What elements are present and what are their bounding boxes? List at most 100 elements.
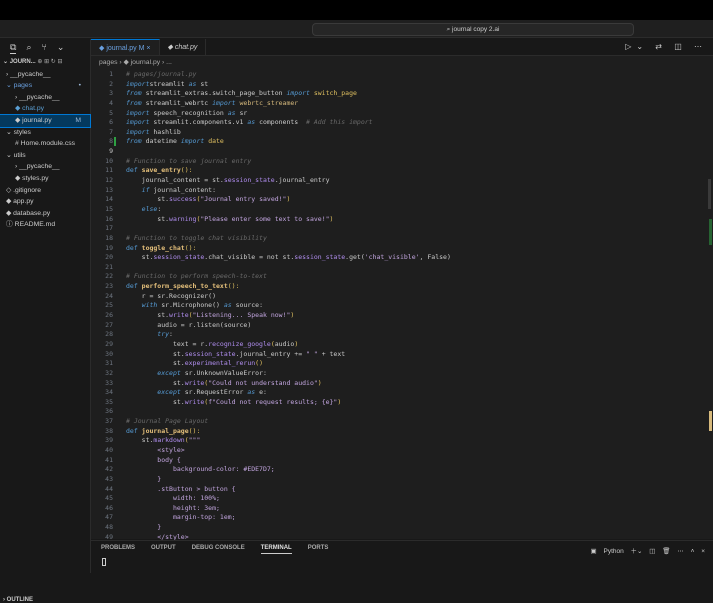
code-area[interactable]: 1 # pages/journal.py 2 import streamlit as s… (91, 70, 713, 542)
file-tree-item[interactable]: ◆ database.py (0, 208, 90, 220)
code-token: with (126, 301, 157, 309)
code-line: 23def perform_speech_to_text(): (91, 282, 713, 292)
file-tree-label: ◆ chat.py (15, 105, 44, 112)
code-line: 31 st.experimental_rerun() (91, 359, 713, 369)
code-token: audio (275, 340, 295, 348)
scrollbar[interactable] (708, 179, 711, 209)
outline-section[interactable]: › OUTLINE (3, 597, 33, 603)
code-token: " " (306, 350, 318, 358)
file-tree-item[interactable]: ⓘ README.md (0, 219, 90, 231)
file-tree-item[interactable]: › __pycache__ (0, 161, 90, 173)
scrollbar-change-marker (709, 219, 712, 245)
breadcrumb[interactable]: pages › ◆ journal.py › ... (91, 56, 713, 69)
line-number: 29 (91, 340, 113, 350)
line-number: 39 (91, 436, 113, 446)
code-token: import (212, 99, 235, 107)
scrollbar-warning-marker (709, 411, 712, 431)
line-number: 47 (91, 513, 113, 523)
code-line: 6import streamlit.components.v1 as compo… (91, 118, 713, 128)
line-number: 11 (91, 166, 113, 176)
code-token: as (247, 388, 255, 396)
code-token: session_state (294, 253, 345, 261)
code-line: 19def toggle_chat(): (91, 244, 713, 254)
code-line: 47 margin-top: 1em; (91, 513, 713, 523)
code-token: def (126, 244, 142, 252)
code-token: # Journal Page Layout (126, 417, 208, 425)
file-tree-label: ⓘ README.md (6, 221, 55, 228)
line-number: 36 (91, 407, 113, 417)
explorer-icon[interactable]: ⧉ (10, 42, 16, 54)
code-token: "Journal entry saved!" (200, 195, 286, 203)
code-line: 35 st.write(f"Could not request results;… (91, 398, 713, 408)
code-token: ) (318, 379, 322, 387)
code-token: height: 3em; (126, 504, 220, 512)
root-folder-label: JOURN... (10, 59, 36, 65)
terminal-actions[interactable]: ▣ Python ＋⌄ ◫ 🗑 ⋯ ˄ × (591, 545, 705, 555)
panel-tab-problems[interactable]: PROBLEMS (101, 545, 135, 554)
file-tree-item[interactable]: › __pycache__ (0, 92, 90, 104)
line-number: 30 (91, 350, 113, 360)
editor-actions[interactable]: ▷⌄ ⇄ ◫ ⋯ (625, 42, 707, 51)
line-number: 9 (91, 147, 113, 157)
line-number: 19 (91, 244, 113, 254)
code-token: # pages/journal.py (126, 70, 196, 78)
code-token: sr.RequestError (181, 388, 248, 396)
file-tree-item[interactable]: › __pycache__ (0, 69, 90, 81)
code-token: streamlit (149, 80, 188, 88)
code-line: 25 with sr.Microphone() as source: (91, 301, 713, 311)
panel-tab-ports[interactable]: PORTS (308, 545, 329, 554)
code-token: as (224, 301, 232, 309)
code-token: + text (318, 350, 345, 358)
file-tree-item[interactable]: ◆ journal.pyM (0, 115, 90, 127)
file-tree-item[interactable]: ◆ app.py (0, 196, 90, 208)
explorer-root[interactable]: ⌄ JOURN... ⊕ ⊞ ↻ ⊟ (0, 57, 90, 69)
code-token: f"Could not request results; {e}" (208, 398, 337, 406)
file-tree-item[interactable]: # Home.module.css (0, 138, 90, 150)
chevron-down-icon[interactable]: ⌄ (57, 42, 65, 54)
line-number: 34 (91, 388, 113, 398)
line-number: 27 (91, 321, 113, 331)
code-line: 14 st.success("Journal entry saved!") (91, 195, 713, 205)
panel-tab-debug-console[interactable]: DEBUG CONSOLE (192, 545, 245, 554)
file-tree-item[interactable]: ◆ styles.py (0, 173, 90, 185)
terminal-cursor[interactable] (102, 558, 106, 566)
code-token: .get( (345, 253, 365, 261)
code-token: save_entry (142, 166, 181, 174)
code-token: components (255, 118, 306, 126)
code-token: as (247, 118, 255, 126)
code-token: import (126, 109, 149, 117)
code-token: from (126, 99, 142, 107)
code-token: date (204, 137, 224, 145)
file-tree-label: › __pycache__ (15, 163, 60, 170)
code-token: } (126, 523, 161, 531)
line-number: 6 (91, 118, 113, 128)
line-number: 14 (91, 195, 113, 205)
file-tree-item[interactable]: ◆ chat.py (0, 103, 90, 115)
code-line: 4from streamlit_webrtc import webrtc_str… (91, 99, 713, 109)
tab-journal-py[interactable]: ◆ journal.py M × (91, 39, 160, 55)
file-tree-item[interactable]: ⌄ styles (0, 127, 90, 139)
code-token: from (126, 137, 142, 145)
code-token: 'chat_visible' (365, 253, 420, 261)
code-line: 30 st.session_state.journal_entry += " "… (91, 350, 713, 360)
panel-tab-terminal[interactable]: TERMINAL (261, 545, 292, 554)
tab-chat-py[interactable]: ◆ chat.py (160, 39, 207, 55)
code-token: if (126, 186, 149, 194)
code-token: ) (294, 340, 298, 348)
search-icon[interactable]: ⌕ (26, 42, 31, 54)
file-tree-item[interactable]: ◇ .gitignore (0, 185, 90, 197)
file-tree-item[interactable]: ⌄ pages• (0, 80, 90, 92)
code-token: (): (228, 282, 240, 290)
line-number: 2 (91, 80, 113, 90)
line-number: 42 (91, 465, 113, 475)
code-line: 42 background-color: #EDE7D7; (91, 465, 713, 475)
command-center-search[interactable]: ⌕ journal copy 2.ai (312, 23, 634, 36)
line-number: 31 (91, 359, 113, 369)
file-tree-item[interactable]: ⌄ utils (0, 150, 90, 162)
code-token: width: 100%; (126, 494, 220, 502)
code-token: "Please enter some text to save!" (200, 215, 329, 223)
line-number: 1 (91, 70, 113, 80)
source-control-icon[interactable]: ⑂ (41, 42, 46, 54)
panel-tab-output[interactable]: OUTPUT (151, 545, 176, 554)
code-token: switch_page (310, 89, 357, 97)
